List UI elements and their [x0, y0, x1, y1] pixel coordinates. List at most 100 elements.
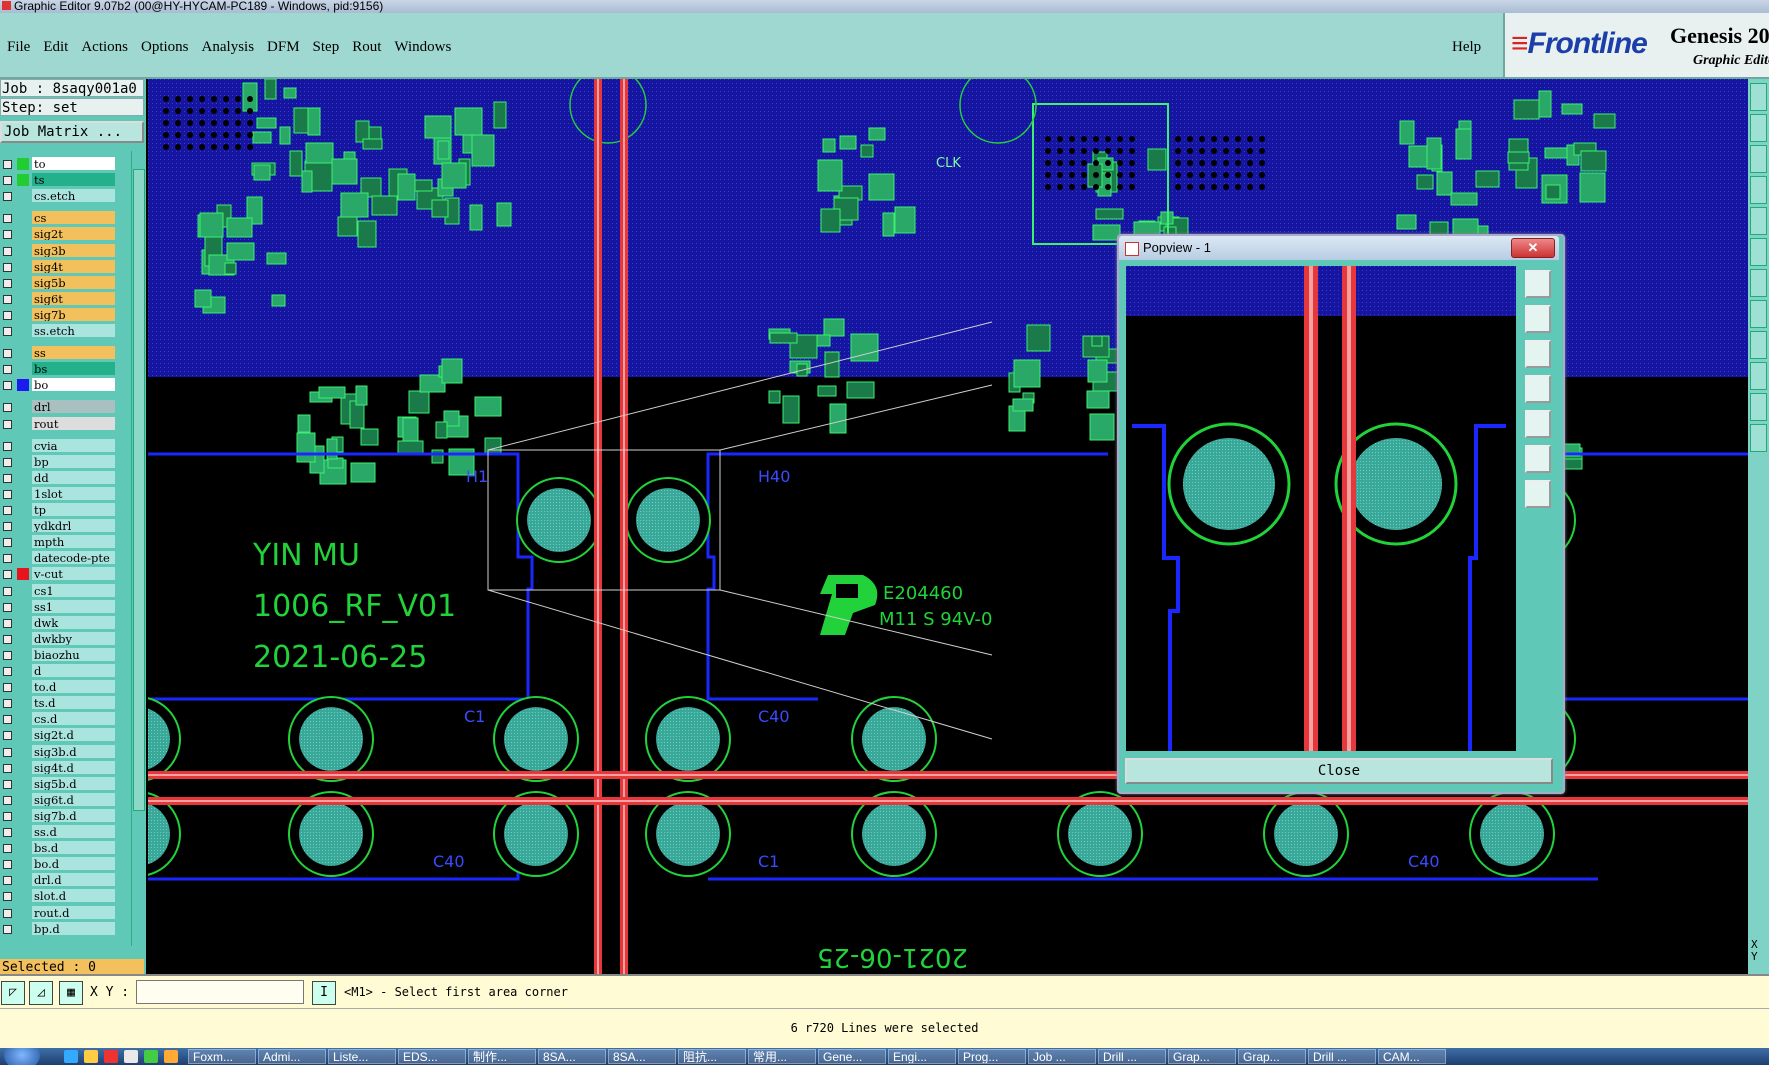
layer-checkbox[interactable]	[3, 554, 12, 564]
layer-row[interactable]: 1slot	[0, 486, 116, 501]
layer-row[interactable]: ss.etch	[0, 324, 116, 338]
layer-row[interactable]: ss.d	[0, 825, 116, 839]
layer-row[interactable]: sig4t	[0, 259, 116, 274]
layer-color-swatch[interactable]	[17, 379, 29, 392]
taskbar-window-button[interactable]: Admi...	[258, 1049, 326, 1064]
layer-checkbox[interactable]	[3, 473, 12, 483]
layer-row[interactable]: sig5b.d	[0, 776, 116, 791]
layer-color-swatch[interactable]	[17, 681, 29, 693]
layer-row[interactable]: v-cut	[0, 567, 116, 581]
xy-input[interactable]	[136, 980, 304, 1004]
layer-checkbox[interactable]	[3, 349, 12, 359]
layer-checkbox[interactable]	[3, 618, 12, 628]
layer-color-swatch[interactable]	[17, 890, 29, 902]
menu-analysis[interactable]: Analysis	[202, 39, 255, 55]
menu-step[interactable]: Step	[313, 39, 340, 55]
layer-row[interactable]: cs	[0, 211, 116, 225]
quicklaunch-icon[interactable]	[64, 1050, 78, 1063]
layer-checkbox[interactable]	[3, 715, 12, 725]
cursor-icon[interactable]: I	[312, 981, 336, 1005]
layer-checkbox[interactable]	[3, 403, 12, 413]
layer-row[interactable]: bs.d	[0, 841, 116, 855]
layer-row[interactable]: drl	[0, 400, 116, 414]
layer-checkbox[interactable]	[3, 779, 12, 789]
layer-color-swatch[interactable]	[17, 665, 29, 677]
layer-checkbox[interactable]	[3, 176, 12, 186]
taskbar-window-button[interactable]: Grap...	[1238, 1049, 1306, 1064]
layer-row[interactable]: rout.d	[0, 905, 116, 920]
layer-row[interactable]: sig4t.d	[0, 760, 116, 775]
layer-checkbox[interactable]	[3, 924, 12, 934]
layer-row[interactable]: dwk	[0, 615, 116, 630]
layer-color-swatch[interactable]	[17, 174, 29, 187]
menu-rout[interactable]: Rout	[352, 39, 381, 55]
layer-color-swatch[interactable]	[17, 842, 29, 854]
layer-color-swatch[interactable]	[17, 568, 29, 581]
layer-row[interactable]: cs.etch	[0, 189, 116, 203]
layer-row[interactable]: ts.d	[0, 696, 116, 710]
popview-tool-button[interactable]	[1525, 480, 1551, 508]
layer-row[interactable]: ydkdrl	[0, 519, 116, 533]
quicklaunch-icon[interactable]	[84, 1050, 98, 1063]
layer-checkbox[interactable]	[3, 731, 12, 741]
start-button[interactable]	[4, 1048, 40, 1065]
layer-row[interactable]: to.d	[0, 680, 116, 694]
layer-color-swatch[interactable]	[17, 190, 29, 202]
layer-checkbox[interactable]	[3, 441, 12, 451]
measure-tool-icon[interactable]: ◿	[29, 981, 53, 1005]
layer-scrollbar[interactable]	[131, 151, 145, 946]
taskbar-window-button[interactable]: Engi...	[888, 1049, 956, 1064]
layer-row[interactable]: mpth	[0, 535, 116, 549]
layer-color-swatch[interactable]	[17, 633, 29, 645]
layer-color-swatch[interactable]	[17, 277, 29, 289]
layer-checkbox[interactable]	[3, 683, 12, 693]
layer-row[interactable]: bp.d	[0, 921, 116, 936]
layer-row[interactable]: sig7b	[0, 307, 116, 322]
popview-tool-button[interactable]	[1525, 375, 1551, 403]
layer-checkbox[interactable]	[3, 214, 12, 224]
layer-checkbox[interactable]	[3, 278, 12, 288]
layer-color-swatch[interactable]	[17, 401, 29, 413]
layer-color-swatch[interactable]	[17, 418, 29, 430]
layer-color-swatch[interactable]	[17, 504, 29, 516]
layer-checkbox[interactable]	[3, 457, 12, 467]
layer-checkbox[interactable]	[3, 489, 12, 499]
layer-color-swatch[interactable]	[17, 794, 29, 806]
layer-checkbox[interactable]	[3, 294, 12, 304]
layer-row[interactable]: sig3b	[0, 243, 116, 258]
layer-checkbox[interactable]	[3, 650, 12, 660]
layer-checkbox[interactable]	[3, 538, 12, 548]
layer-color-swatch[interactable]	[17, 363, 29, 375]
taskbar-window-button[interactable]: 制作...	[468, 1049, 536, 1064]
layer-checkbox[interactable]	[3, 795, 12, 805]
layer-checkbox[interactable]	[3, 570, 12, 580]
layer-row[interactable]: cs1	[0, 583, 116, 598]
layer-row[interactable]: sig2t	[0, 227, 116, 241]
layer-color-swatch[interactable]	[17, 874, 29, 886]
job-matrix-button[interactable]: Job Matrix ...	[0, 121, 144, 143]
layer-color-swatch[interactable]	[17, 826, 29, 838]
taskbar-window-button[interactable]: Prog...	[958, 1049, 1026, 1064]
layer-row[interactable]: sig6t.d	[0, 792, 116, 807]
side-tool-button[interactable]	[1750, 238, 1767, 266]
layer-color-swatch[interactable]	[17, 762, 29, 774]
layer-color-swatch[interactable]	[17, 347, 29, 359]
taskbar-window-button[interactable]: Foxm...	[188, 1049, 256, 1064]
layer-row[interactable]: sig2t.d	[0, 728, 116, 742]
scrollbar-thumb[interactable]	[133, 169, 145, 811]
taskbar-window-button[interactable]: Drill ...	[1098, 1049, 1166, 1064]
menu-options[interactable]: Options	[141, 39, 189, 55]
layer-row[interactable]: tp	[0, 503, 116, 517]
layer-color-swatch[interactable]	[17, 810, 29, 822]
popview-close-button[interactable]: Close	[1125, 758, 1553, 784]
layer-checkbox[interactable]	[3, 602, 12, 612]
layer-checkbox[interactable]	[3, 381, 12, 391]
layer-color-swatch[interactable]	[17, 746, 29, 758]
layer-color-swatch[interactable]	[17, 520, 29, 532]
side-tool-button[interactable]	[1750, 300, 1767, 328]
layer-color-swatch[interactable]	[17, 649, 29, 661]
taskbar-window-button[interactable]: Liste...	[328, 1049, 396, 1064]
layer-color-swatch[interactable]	[17, 228, 29, 240]
layer-color-swatch[interactable]	[17, 245, 29, 257]
layer-checkbox[interactable]	[3, 828, 12, 837]
